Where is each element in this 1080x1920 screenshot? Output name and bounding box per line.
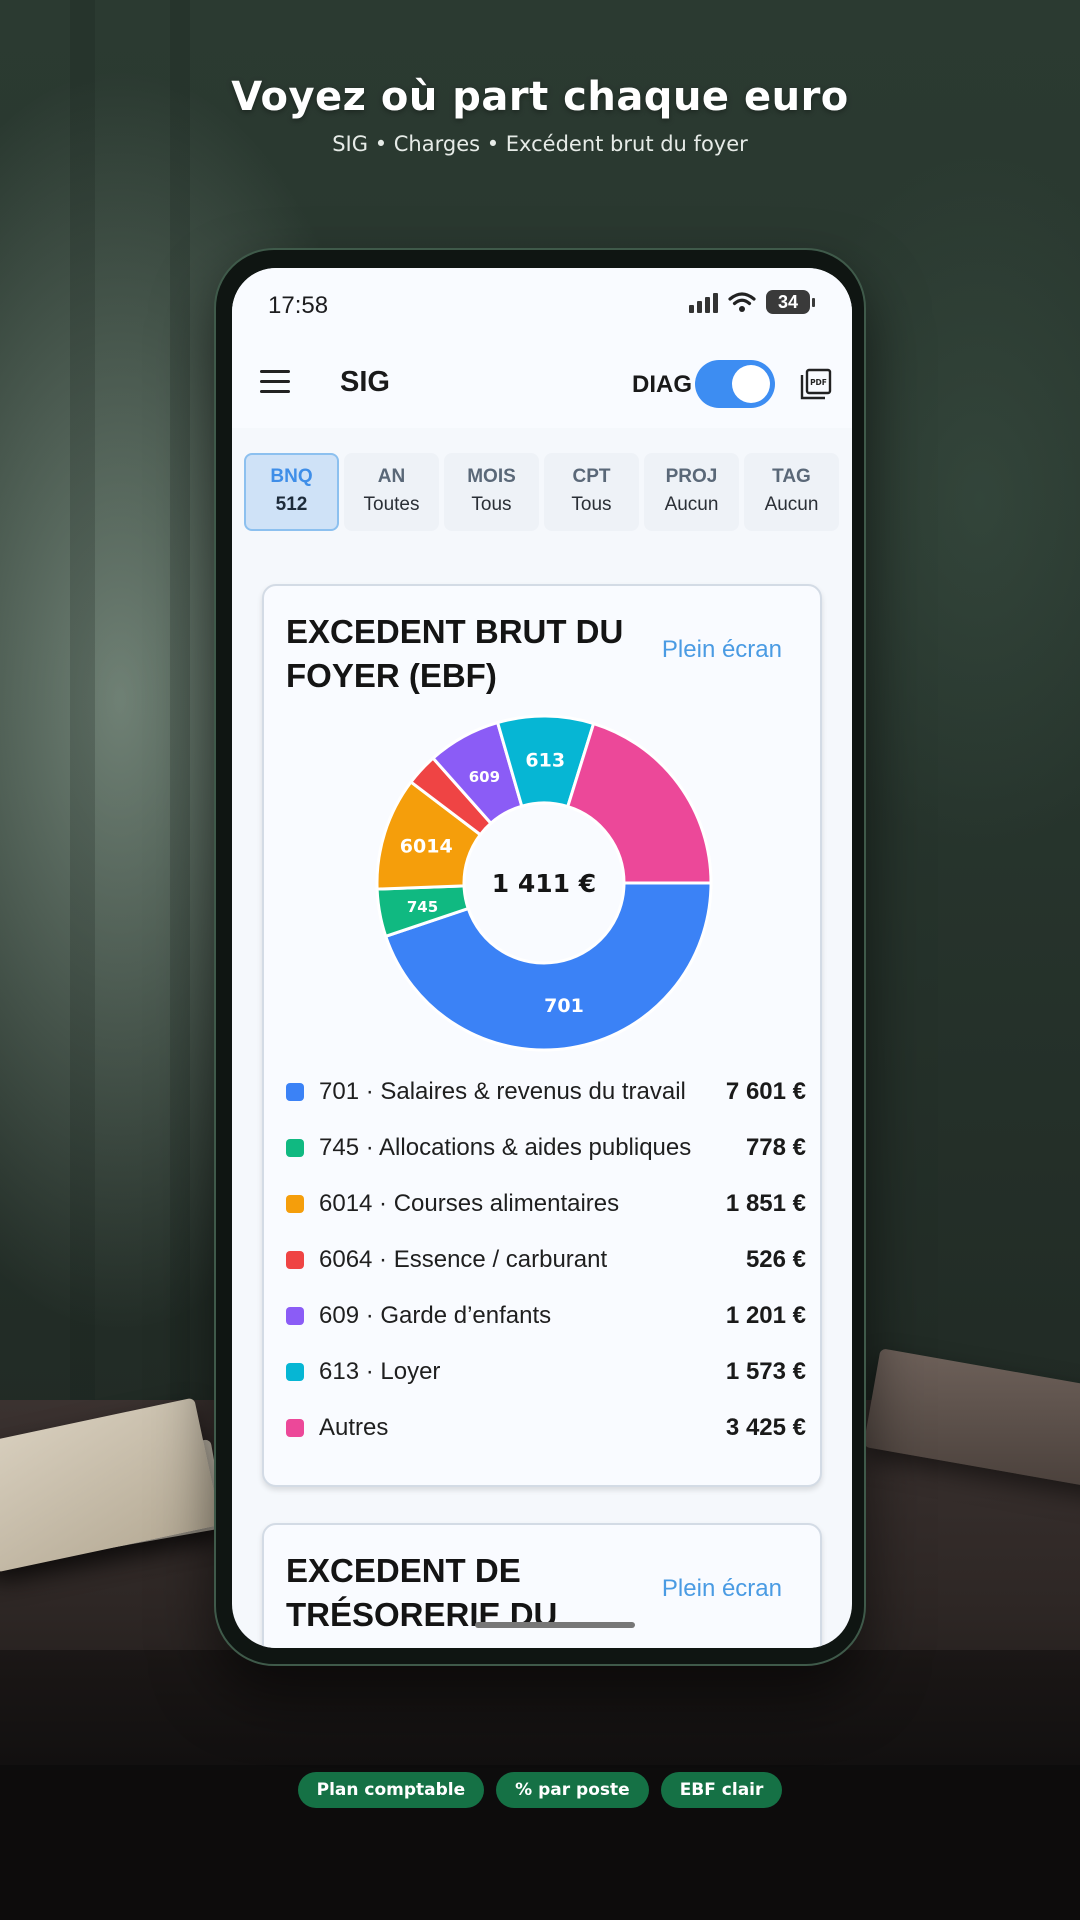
slice-label-745: 745 bbox=[407, 898, 438, 916]
filter-key: AN bbox=[377, 466, 406, 487]
legend-swatch bbox=[286, 1083, 304, 1101]
app-title: SIG bbox=[340, 366, 390, 398]
filter-key: TAG bbox=[772, 466, 811, 487]
slice-label-613: 613 bbox=[525, 750, 565, 772]
legend-amount: 1 573 € bbox=[725, 1358, 806, 1385]
legend-row-609[interactable]: 609 · Garde d’enfants 1 201 € bbox=[286, 1288, 806, 1344]
diag-label: DIAG bbox=[632, 371, 692, 398]
legend-label: 613 · Loyer bbox=[319, 1358, 441, 1385]
feature-badge: Plan comptable bbox=[297, 1772, 485, 1808]
fullscreen-button[interactable]: Plein écran bbox=[662, 636, 782, 664]
legend-label: 745 · Allocations & aides publiques bbox=[319, 1134, 692, 1161]
feature-badge: EBF clair bbox=[660, 1772, 783, 1808]
phone-frame: 17:58 34 SIG DIAG PDF BNQ 512 AN Toutes … bbox=[214, 248, 866, 1666]
slice-label-701: 701 bbox=[544, 995, 584, 1017]
filter-chip-tag[interactable]: TAG Aucun bbox=[744, 453, 839, 531]
phone-screen: 17:58 34 SIG DIAG PDF BNQ 512 AN Toutes … bbox=[232, 268, 852, 1648]
filter-value: Toutes bbox=[363, 494, 420, 515]
filter-bar: BNQ 512 AN Toutes MOIS Tous CPT Tous PROJ Aucun TA… bbox=[244, 453, 844, 533]
slice-label-6014: 6014 bbox=[400, 836, 453, 858]
svg-text:PDF: PDF bbox=[810, 378, 827, 387]
legend-amount: 778 € bbox=[745, 1134, 806, 1161]
slice-label-609: 609 bbox=[469, 768, 500, 786]
card-title: EXCEDENT BRUT DU FOYER (EBF) bbox=[286, 613, 624, 694]
filter-value: Tous bbox=[471, 494, 512, 515]
legend-swatch bbox=[286, 1251, 304, 1269]
toggle-knob bbox=[732, 365, 770, 403]
wifi-icon bbox=[728, 291, 756, 313]
legend-label: Autres bbox=[319, 1414, 389, 1441]
legend-label: 609 · Garde d’enfants bbox=[319, 1302, 552, 1329]
donut-center-label: 1 411 € bbox=[492, 869, 596, 898]
legend-label: 6014 · Courses alimentaires bbox=[319, 1190, 620, 1217]
legend-label: 701 · Salaires & revenus du travail bbox=[319, 1078, 686, 1105]
pdf-export-icon[interactable]: PDF bbox=[800, 368, 832, 400]
filter-value: Aucun bbox=[664, 494, 719, 515]
legend-swatch bbox=[286, 1363, 304, 1381]
legend-swatch bbox=[286, 1139, 304, 1157]
legend-swatch bbox=[286, 1419, 304, 1437]
chart-legend: 701 · Salaires & revenus du travail 7 601… bbox=[286, 1064, 806, 1456]
promo-subline: SIG • Charges • Excédent brut du foyer bbox=[332, 132, 748, 156]
status-bar: 17:58 34 bbox=[232, 268, 852, 338]
filter-chip-mois[interactable]: MOIS Tous bbox=[444, 453, 539, 531]
feature-badge: % par poste bbox=[496, 1772, 649, 1808]
menu-icon[interactable] bbox=[260, 370, 290, 394]
filter-chip-bnq[interactable]: BNQ 512 bbox=[244, 453, 339, 531]
filter-key: MOIS bbox=[467, 466, 516, 487]
legend-row-6064[interactable]: 6064 · Essence / carburant 526 € bbox=[286, 1232, 806, 1288]
filter-chip-an[interactable]: AN Toutes bbox=[344, 453, 439, 531]
legend-swatch bbox=[286, 1307, 304, 1325]
legend-row-autres[interactable]: Autres 3 425 € bbox=[286, 1400, 806, 1456]
filter-chip-proj[interactable]: PROJ Aucun bbox=[644, 453, 739, 531]
legend-amount: 1 851 € bbox=[725, 1190, 806, 1217]
legend-row-745[interactable]: 745 · Allocations & aides publiques 778 € bbox=[286, 1120, 806, 1176]
filter-chip-cpt[interactable]: CPT Tous bbox=[544, 453, 639, 531]
legend-amount: 7 601 € bbox=[725, 1078, 806, 1105]
table-edge bbox=[0, 1650, 1080, 1765]
legend-row-701[interactable]: 701 · Salaires & revenus du travail 7 601… bbox=[286, 1064, 806, 1120]
legend-label: 6064 · Essence / carburant bbox=[319, 1246, 608, 1273]
status-time: 17:58 bbox=[268, 292, 329, 319]
home-indicator[interactable] bbox=[475, 1622, 635, 1628]
status-icons: 34 bbox=[689, 290, 815, 314]
legend-amount: 3 425 € bbox=[725, 1414, 806, 1441]
donut-slice-autres[interactable] bbox=[565, 721, 713, 885]
treasury-card: EXCEDENT DE TRÉSORERIE DU Plein écran bbox=[262, 1523, 822, 1648]
legend-amount: 526 € bbox=[745, 1246, 806, 1273]
feature-badges: Plan comptable % par poste EBF clair bbox=[0, 1772, 1080, 1808]
battery-icon: 34 bbox=[766, 290, 815, 314]
fullscreen-button[interactable]: Plein écran bbox=[662, 1575, 782, 1603]
filter-value: Aucun bbox=[764, 494, 819, 515]
filter-key: PROJ bbox=[665, 466, 718, 487]
donut-chart: 701 745 6014 609 613 1 411 € bbox=[375, 714, 713, 1052]
filter-value: 512 bbox=[275, 494, 308, 515]
legend-amount: 1 201 € bbox=[725, 1302, 806, 1329]
filter-key: CPT bbox=[572, 466, 611, 487]
app-bar: SIG DIAG PDF bbox=[232, 338, 852, 428]
diag-toggle[interactable] bbox=[695, 360, 775, 408]
signal-icon bbox=[689, 291, 718, 313]
promo-headline: Voyez où part chaque euro bbox=[231, 74, 849, 120]
legend-row-6014[interactable]: 6014 · Courses alimentaires 1 851 € bbox=[286, 1176, 806, 1232]
filter-value: Tous bbox=[571, 494, 612, 515]
ebf-card: EXCEDENT BRUT DU FOYER (EBF) Plein écran… bbox=[262, 584, 822, 1487]
legend-swatch bbox=[286, 1195, 304, 1213]
legend-row-613[interactable]: 613 · Loyer 1 573 € bbox=[286, 1344, 806, 1400]
filter-key: BNQ bbox=[270, 466, 313, 487]
